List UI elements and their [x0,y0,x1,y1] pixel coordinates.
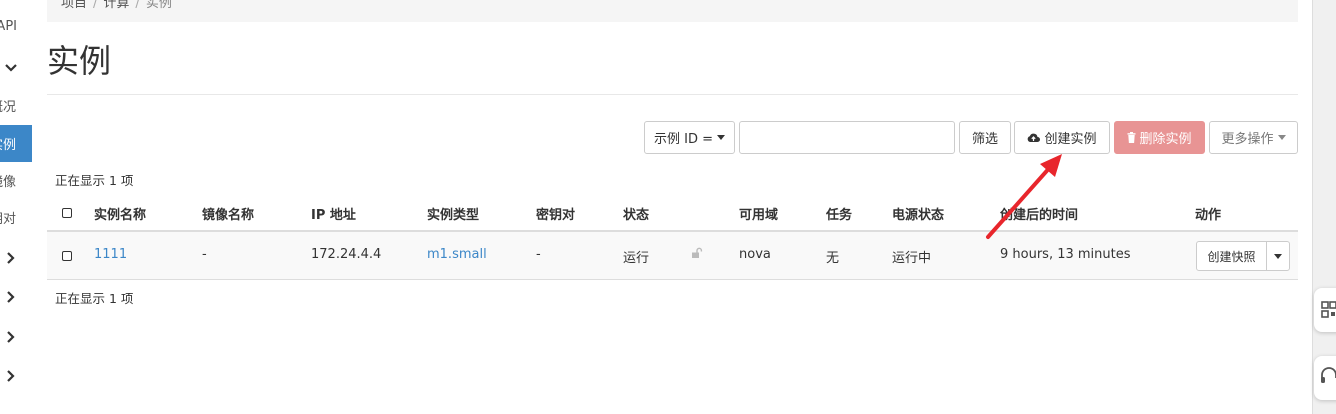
support-button[interactable] [1314,356,1336,400]
create-instance-button[interactable]: 创建实例 [1014,121,1110,154]
headset-icon [1320,366,1336,390]
sidebar-item-label: API [0,18,17,34]
sidebar-item-overview[interactable]: 概况 [0,87,32,123]
column-header-flavor[interactable]: 实例类型 [427,204,479,223]
table-header: 实例名称 镜像名称 IP 地址 实例类型 密钥对 状态 可用域 任务 电源状态 … [47,196,1298,232]
filter-button[interactable]: 筛选 [959,121,1011,154]
row-checkbox[interactable] [62,251,72,261]
breadcrumb-item-instances: 实例 [145,0,172,11]
chevron-right-icon[interactable] [6,252,16,264]
column-header-ip[interactable]: IP 地址 [311,204,356,223]
more-actions-label: 更多操作 [1221,132,1274,147]
caret-down-icon [717,135,725,140]
breadcrumb-separator: / [135,0,140,11]
column-header-keypair[interactable]: 密钥对 [536,204,575,223]
trash-icon [1127,132,1136,143]
create-snapshot-label: 创建快照 [1207,249,1256,264]
create-snapshot-button[interactable]: 创建快照 [1197,242,1267,270]
select-all-checkbox[interactable] [62,208,72,218]
column-header-power[interactable]: 电源状态 [892,204,944,223]
qr-code-icon [1321,301,1336,323]
column-header-name[interactable]: 实例名称 [94,204,146,223]
breadcrumb-separator: / [93,0,98,11]
breadcrumb: 项目 / 计算 / 实例 [47,0,1298,22]
chevron-down-icon[interactable] [5,63,17,73]
sidebar-item-label: 密钥对 [0,211,16,227]
column-header-zone[interactable]: 可用域 [739,204,778,223]
column-header-image[interactable]: 镜像名称 [202,204,254,223]
filter-button-label: 筛选 [971,132,998,147]
sidebar-item-keypairs[interactable]: 密钥对 [0,199,32,235]
breadcrumb-item-compute[interactable]: 计算 [103,0,129,11]
flavor-link[interactable]: m1.small [427,247,487,262]
image-name-cell: - [202,247,207,262]
column-header-age[interactable]: 创建后的时间 [1000,204,1078,223]
right-side-panel [1312,0,1336,414]
column-header-actions: 动作 [1195,208,1222,223]
cloud-upload-icon [1027,132,1041,143]
sidebar-item-label: 概况 [0,99,16,115]
keypair-cell: - [536,247,541,262]
divider [47,94,1298,95]
filter-field-label: 示例 ID = [653,132,713,147]
caret-down-icon [1277,135,1286,140]
caret-down-icon [1274,253,1282,259]
sidebar: API 概况 实例 镜像 密钥对 [0,0,32,414]
sidebar-item-label: 镜像 [0,174,16,190]
breadcrumb-item-project[interactable]: 项目 [61,0,87,11]
more-actions-button[interactable]: 更多操作 [1209,121,1298,154]
sidebar-item-instances[interactable]: 实例 [0,125,32,162]
row-actions-split-button: 创建快照 [1196,241,1290,271]
item-count-bottom: 正在显示 1 项 [55,291,134,306]
table-row: 1111 - 172.24.4.4 m1.small - 运行 nova 无 运… [47,232,1298,280]
item-count-top: 正在显示 1 项 [55,173,134,188]
create-instance-label: 创建实例 [1044,132,1097,147]
row-actions-dropdown-toggle[interactable] [1267,242,1289,270]
zone-cell: nova [739,247,771,262]
sidebar-item-api[interactable]: API [0,10,32,42]
column-header-task[interactable]: 任务 [826,204,852,223]
sidebar-item-label: 实例 [0,138,16,153]
task-cell: 无 [826,251,840,266]
chevron-right-icon[interactable] [6,331,16,343]
chevron-right-icon[interactable] [6,370,16,382]
filter-input[interactable] [739,121,955,154]
status-cell: 运行 [623,251,650,266]
filter-field-select[interactable]: 示例 ID = [644,121,735,154]
delete-instance-button[interactable]: 删除实例 [1114,121,1205,154]
column-header-status[interactable]: 状态 [623,204,649,223]
delete-instance-label: 删除实例 [1139,132,1192,147]
age-cell: 9 hours, 13 minutes [1000,247,1131,262]
ip-address-cell: 172.24.4.4 [311,247,382,262]
instance-name-link[interactable]: 1111 [94,247,127,262]
chevron-right-icon[interactable] [6,291,16,303]
unlock-icon [691,247,703,263]
power-state-cell: 运行中 [892,251,932,266]
page-title: 实例 [47,42,112,80]
qr-code-button[interactable] [1314,288,1336,332]
sidebar-item-images[interactable]: 镜像 [0,162,32,198]
